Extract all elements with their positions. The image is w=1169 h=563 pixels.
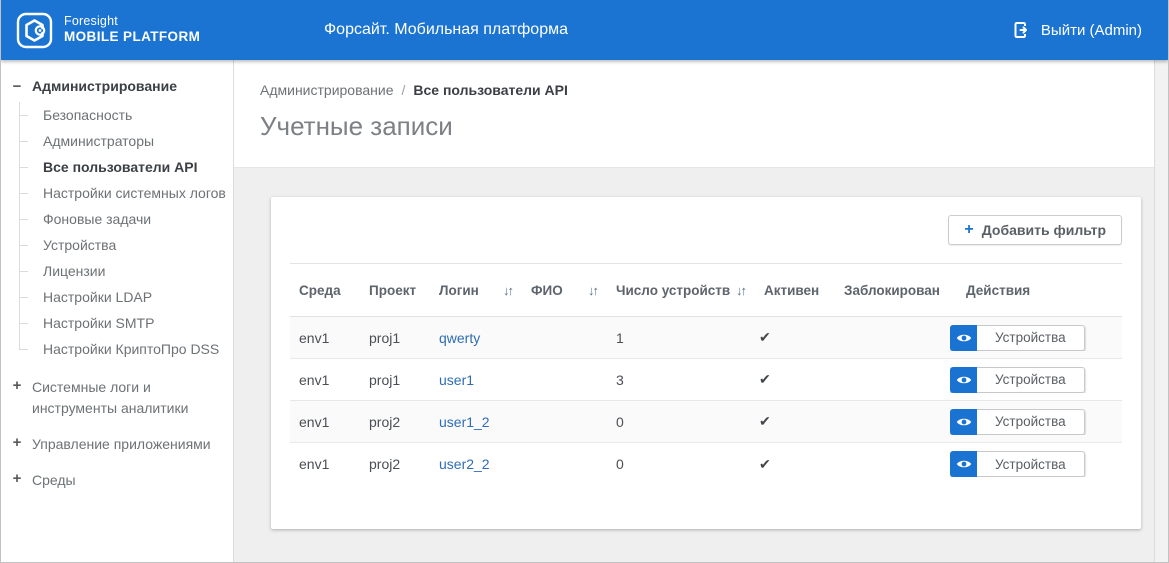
cell-env: env1: [290, 414, 360, 430]
logout-icon: [1013, 21, 1031, 39]
cell-project: proj1: [360, 330, 430, 346]
eye-icon[interactable]: [950, 325, 977, 351]
logo-line2: MOBILE PLATFORM: [64, 29, 200, 46]
column-header-fio: ФИО↓↑: [522, 283, 607, 298]
cell-project: proj1: [360, 372, 430, 388]
sidebar-item-system-logs-analytics[interactable]: + Системные логи и инструменты аналитики: [11, 377, 225, 419]
scrollbar[interactable]: [1154, 60, 1168, 563]
table-row: env1 proj2 user1_2 0 ✔ Устройства: [290, 401, 1122, 443]
foresight-logo-icon: [16, 12, 53, 49]
logout-label: Выйти (Admin): [1041, 22, 1142, 39]
sidebar-item-system-log-settings[interactable]: Настройки системных логов: [43, 180, 225, 206]
sort-icon[interactable]: ↓↑: [503, 283, 522, 298]
plus-icon[interactable]: +: [11, 470, 23, 488]
breadcrumb: Администрирование / Все пользователи API: [260, 82, 1156, 98]
login-link[interactable]: qwerty: [439, 330, 480, 346]
devices-action-button[interactable]: Устройства: [950, 325, 1085, 351]
active-check-icon: ✔: [755, 413, 835, 430]
sidebar-item-environments[interactable]: + Среды: [11, 470, 225, 491]
cell-env: env1: [290, 330, 360, 346]
breadcrumb-separator: /: [402, 82, 406, 98]
add-filter-button[interactable]: + Добавить фильтр: [948, 215, 1122, 245]
sidebar: − Администрирование Безопасность Админис…: [1, 60, 234, 563]
cell-devices: 3: [607, 372, 755, 388]
devices-button-label: Устройства: [977, 325, 1085, 351]
column-header-blocked: Заблокирован: [835, 283, 950, 298]
page-header: Администрирование / Все пользователи API…: [234, 60, 1156, 168]
sidebar-item-smtp-settings[interactable]: Настройки SMTP: [43, 310, 225, 336]
logo-text: Foresight MOBILE PLATFORM: [64, 14, 200, 47]
column-header-env: Среда: [290, 283, 360, 298]
sort-icon[interactable]: ↓↑: [588, 283, 607, 298]
eye-icon[interactable]: [950, 451, 977, 477]
column-header-project: Проект: [360, 283, 430, 298]
cell-env: env1: [290, 456, 360, 472]
sidebar-item-devices[interactable]: Устройства: [43, 232, 225, 258]
table-row: env1 proj2 user2_2 0 ✔ Устройства: [290, 443, 1122, 485]
app-window: Foresight MOBILE PLATFORM Форсайт. Мобил…: [0, 0, 1169, 563]
accounts-table: Среда Проект Логин↓↑ ФИО↓↑ Число устройс…: [290, 264, 1122, 485]
login-link[interactable]: user1_2: [439, 414, 490, 430]
active-check-icon: ✔: [755, 456, 835, 473]
devices-action-button[interactable]: Устройства: [950, 409, 1085, 435]
active-check-icon: ✔: [755, 329, 835, 346]
eye-icon[interactable]: [950, 409, 977, 435]
column-header-device-count: Число устройств↓↑: [607, 283, 755, 298]
accounts-card: + Добавить фильтр Среда Проект Логин↓↑ Ф…: [271, 197, 1141, 529]
cell-devices: 1: [607, 330, 755, 346]
plus-icon[interactable]: +: [11, 434, 23, 452]
sidebar-item-administration[interactable]: − Администрирование: [11, 78, 225, 96]
logo-line1: Foresight: [64, 14, 200, 30]
breadcrumb-current: Все пользователи API: [413, 82, 567, 98]
breadcrumb-parent[interactable]: Администрирование: [260, 82, 394, 98]
devices-button-label: Устройства: [977, 451, 1085, 477]
active-check-icon: ✔: [755, 371, 835, 388]
sidebar-children: Безопасность Администраторы Все пользова…: [11, 102, 225, 362]
table-row: env1 proj1 qwerty 1 ✔ Устройства: [290, 317, 1122, 359]
devices-button-label: Устройства: [977, 367, 1085, 393]
devices-button-label: Устройства: [977, 409, 1085, 435]
column-header-active: Активен: [755, 283, 835, 298]
column-header-actions: Действия: [950, 283, 1122, 298]
sidebar-root-label: Администрирование: [32, 78, 177, 94]
devices-action-button[interactable]: Устройства: [950, 367, 1085, 393]
eye-icon[interactable]: [950, 367, 977, 393]
table-row: env1 proj1 user1 3 ✔ Устройства: [290, 359, 1122, 401]
logo[interactable]: Foresight MOBILE PLATFORM: [1, 12, 200, 49]
app-header: Foresight MOBILE PLATFORM Форсайт. Мобил…: [1, 0, 1168, 60]
table-header-row: Среда Проект Логин↓↑ ФИО↓↑ Число устройс…: [290, 264, 1122, 317]
sidebar-item-licenses[interactable]: Лицензии: [43, 258, 225, 284]
sidebar-item-ldap-settings[interactable]: Настройки LDAP: [43, 284, 225, 310]
main-content: Администрирование / Все пользователи API…: [234, 60, 1156, 563]
sidebar-item-security[interactable]: Безопасность: [43, 102, 225, 128]
sidebar-item-background-tasks[interactable]: Фоновые задачи: [43, 206, 225, 232]
login-link[interactable]: user1: [439, 372, 474, 388]
sidebar-item-app-management[interactable]: + Управление приложениями: [11, 434, 225, 455]
filter-bar: + Добавить фильтр: [290, 197, 1122, 264]
sidebar-item-cryptopro-dss-settings[interactable]: Настройки КриптоПро DSS: [43, 336, 225, 362]
cell-env: env1: [290, 372, 360, 388]
column-header-login: Логин↓↑: [430, 283, 522, 298]
cell-devices: 0: [607, 414, 755, 430]
login-link[interactable]: user2_2: [439, 456, 490, 472]
plus-icon[interactable]: +: [11, 377, 23, 395]
app-title: Форсайт. Мобильная платформа: [324, 0, 568, 60]
page-title: Учетные записи: [260, 111, 1156, 142]
sort-icon[interactable]: ↓↑: [736, 283, 755, 298]
cell-devices: 0: [607, 456, 755, 472]
cell-project: proj2: [360, 414, 430, 430]
minus-icon[interactable]: −: [11, 78, 23, 96]
sidebar-item-all-api-users[interactable]: Все пользователи API: [43, 154, 225, 180]
sidebar-item-administrators[interactable]: Администраторы: [43, 128, 225, 154]
cell-project: proj2: [360, 456, 430, 472]
add-filter-label: Добавить фильтр: [982, 222, 1106, 238]
plus-icon: +: [964, 221, 973, 239]
logout-button[interactable]: Выйти (Admin): [1013, 0, 1142, 60]
devices-action-button[interactable]: Устройства: [950, 451, 1085, 477]
